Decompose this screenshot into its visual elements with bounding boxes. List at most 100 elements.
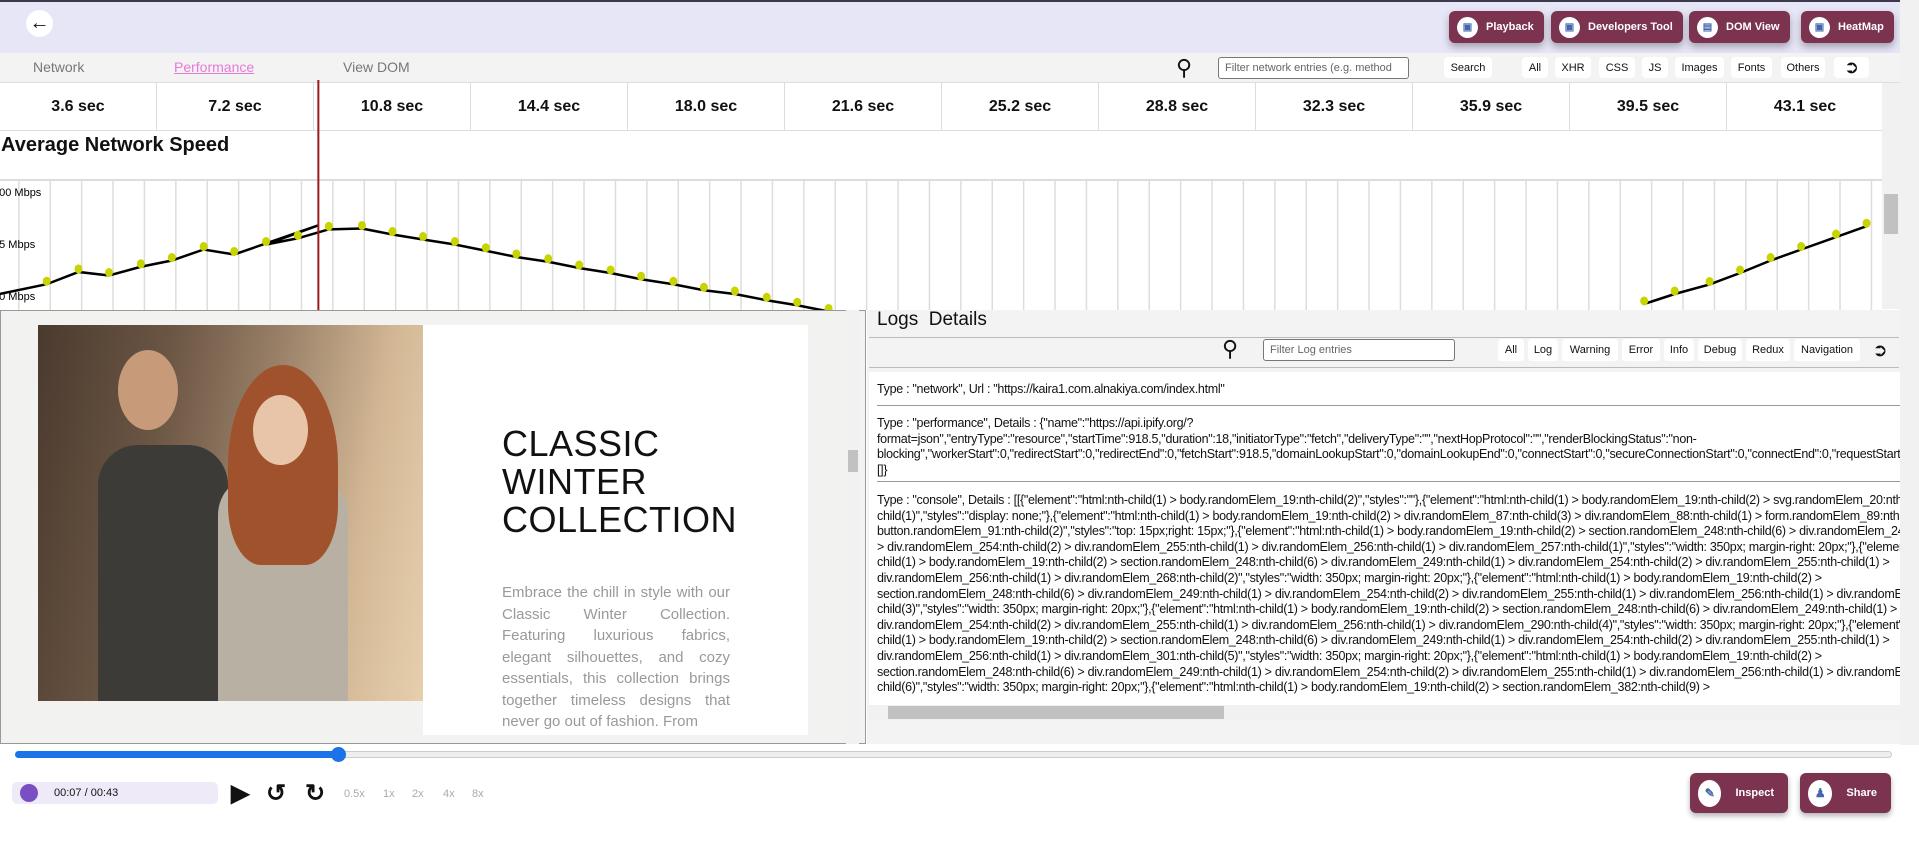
data-point <box>544 254 553 264</box>
filter-js[interactable]: JS <box>1642 57 1668 78</box>
speed-4x[interactable]: 4x <box>443 788 455 800</box>
tab-details[interactable]: Details <box>929 309 987 330</box>
forward-icon[interactable]: ↻ <box>305 779 325 808</box>
data-point <box>1797 241 1806 251</box>
log-level-info[interactable]: Info <box>1664 339 1694 361</box>
export-icon[interactable]: ➲ <box>1866 339 1894 361</box>
timeline-tick: 3.6 sec <box>0 83 157 130</box>
log-level-error[interactable]: Error <box>1622 339 1660 361</box>
developers-tool-icon: ▣ <box>1559 16 1580 38</box>
filter-others[interactable]: Others <box>1781 57 1825 78</box>
timeline-tick: 39.5 sec <box>1570 83 1727 130</box>
divider <box>877 405 1900 406</box>
log-filter-input[interactable]: Filter Log entries <box>1263 339 1455 361</box>
filter-xhr[interactable]: XHR <box>1555 57 1591 78</box>
timeline-tick: 14.4 sec <box>471 83 628 130</box>
data-point <box>167 253 176 263</box>
log-list: Type : "network", Url : "https://kaira1.… <box>869 372 1900 705</box>
timeline-tick: 10.8 sec <box>314 83 471 130</box>
heatmap-button[interactable]: ▣ HeatMap <box>1801 11 1894 43</box>
filter-css[interactable]: CSS <box>1599 57 1635 78</box>
preview-headline: CLASSIC WINTER COLLECTION <box>502 423 738 540</box>
time-readout: 00:07 / 00:43 <box>54 787 119 799</box>
divider <box>877 481 1900 482</box>
speed-1x[interactable]: 1x <box>383 788 395 800</box>
log-level-all[interactable]: All <box>1498 339 1524 361</box>
inspect-button[interactable]: ✎ Inspect <box>1690 773 1788 813</box>
data-point <box>105 267 114 277</box>
timeline-tick: 7.2 sec <box>157 83 314 130</box>
log-entry: Type : "network", Url : "https://kaira1.… <box>877 382 1225 396</box>
data-point <box>575 260 584 270</box>
chart-scrollbar-thumb[interactable] <box>1884 194 1898 234</box>
search-button[interactable]: Search <box>1444 57 1492 78</box>
search-icon[interactable]: ⚲ <box>1222 336 1238 362</box>
timeline-tick: 28.8 sec <box>1099 83 1256 130</box>
play-icon[interactable]: ▶ <box>231 779 249 808</box>
seek-handle[interactable] <box>331 747 346 762</box>
log-level-redux[interactable]: Redux <box>1746 339 1790 361</box>
data-point <box>730 286 739 296</box>
log-level-debug[interactable]: Debug <box>1698 339 1742 361</box>
data-point <box>388 227 397 237</box>
rewind-icon[interactable]: ↺ <box>266 779 286 808</box>
preview-scrollbar-thumb[interactable] <box>848 450 858 472</box>
back-arrow-icon[interactable]: ← <box>26 10 53 37</box>
log-level-navigation[interactable]: Navigation <box>1794 339 1860 361</box>
speed-8x[interactable]: 8x <box>472 788 484 800</box>
inspect-icon: ✎ <box>1698 779 1722 807</box>
data-point <box>136 259 145 269</box>
timeline-tick: 43.1 sec <box>1727 83 1884 130</box>
share-button[interactable]: ♟ Share <box>1800 773 1891 813</box>
log-level-log[interactable]: Log <box>1528 339 1558 361</box>
data-point <box>481 243 490 253</box>
data-point <box>1862 218 1871 228</box>
dom-view-button[interactable]: ▤ DOM View <box>1689 11 1790 43</box>
data-point <box>1766 253 1775 263</box>
data-point <box>419 232 428 242</box>
preview-scrollbar[interactable] <box>846 310 859 744</box>
export-icon[interactable]: ➲ <box>1834 57 1869 78</box>
network-speed-chart: 100 Mbps75 Mbps50 Mbps <box>0 80 1882 313</box>
search-icon[interactable]: ⚲ <box>1176 55 1192 81</box>
timeline-tick: 21.6 sec <box>785 83 942 130</box>
preview-body: Embrace the chill in style with our Clas… <box>502 584 730 730</box>
network-filter-input[interactable]: Filter network entries (e.g. method <box>1218 57 1409 79</box>
filter-images[interactable]: Images <box>1675 57 1724 78</box>
logs-tabs: Logs Details <box>877 309 987 331</box>
data-point <box>262 237 271 247</box>
data-point <box>357 220 366 230</box>
data-point <box>324 221 333 231</box>
seek-progress <box>15 751 338 758</box>
speed-2x[interactable]: 2x <box>412 788 424 800</box>
data-point <box>230 246 239 256</box>
y-tick-label: 100 Mbps <box>0 187 42 199</box>
playback-button[interactable]: ▣ Playback <box>1449 11 1544 43</box>
data-point <box>1640 296 1649 306</box>
filter-fonts[interactable]: Fonts <box>1731 57 1772 78</box>
data-point <box>606 265 615 275</box>
timeline-tick: 35.9 sec <box>1413 83 1570 130</box>
dom-view-icon: ▤ <box>1697 16 1718 38</box>
filter-all[interactable]: All <box>1522 57 1548 78</box>
chart-title: Average Network Speed <box>1 134 230 156</box>
tab-logs[interactable]: Logs <box>877 309 918 330</box>
log-scrollbar-thumb[interactable] <box>888 706 1224 719</box>
timeline-tick: 25.2 sec <box>942 83 1099 130</box>
data-point <box>74 264 83 274</box>
developers-tool-button[interactable]: ▣ Developers Tool <box>1551 11 1683 43</box>
y-tick-label: 75 Mbps <box>0 239 36 251</box>
data-point <box>42 276 51 286</box>
tab-network[interactable]: Network <box>33 59 84 75</box>
tab-performance[interactable]: Performance <box>174 59 254 75</box>
share-icon: ♟ <box>1808 779 1833 807</box>
data-point <box>450 237 459 247</box>
log-entry: Type : "console", Details : [[{"element"… <box>877 493 1900 695</box>
log-level-warning[interactable]: Warning <box>1562 339 1618 361</box>
data-point <box>669 276 678 286</box>
tab-view-dom[interactable]: View DOM <box>343 59 410 75</box>
page-scrollbar[interactable] <box>1900 0 1919 745</box>
speed-0-5x[interactable]: 0.5x <box>344 788 365 800</box>
share-label: Share <box>1846 787 1877 799</box>
heatmap-icon: ▣ <box>1809 16 1830 38</box>
